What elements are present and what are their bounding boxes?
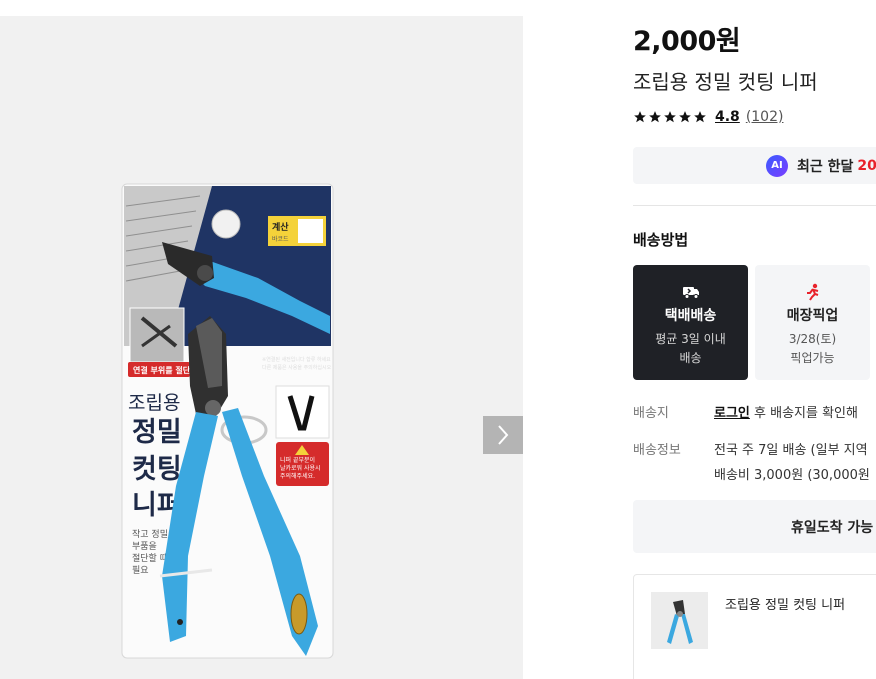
shipping-info-label: 배송정보	[633, 443, 681, 458]
star-icon	[664, 111, 676, 123]
rating-row[interactable]: 4.8 (102)	[633, 108, 783, 126]
destination-text: 후 배송지를 확인해	[754, 406, 858, 421]
destination-value: 로그인 후 배송지를 확인해	[714, 402, 858, 421]
star-icon	[634, 111, 646, 123]
delivery-option-pickup[interactable]: 매장픽업 3/28(토) 픽업가능	[755, 265, 870, 380]
ai-summary-highlight: 20	[857, 157, 876, 174]
option-sub-1: 평균 3일 이내	[655, 332, 726, 346]
option-sub-2: 픽업가능	[790, 351, 835, 365]
package-title-small: 조립용	[128, 392, 180, 414]
shipping-info-line-1: 전국 주 7일 배송 (일부 지역	[714, 443, 868, 458]
star-icon	[679, 111, 691, 123]
star-icon	[649, 111, 661, 123]
shipping-method-title: 배송방법	[633, 231, 689, 249]
package-desc-3: 절단할 때	[132, 552, 168, 564]
selected-product-title: 조립용 정밀 컷팅 니퍼	[725, 598, 846, 613]
package-desc-1: 작고 정밀	[132, 528, 168, 540]
package-note-1: ※연결된 새전입니다 합류 하세요	[262, 356, 331, 363]
warning-line-2: 날카로워 사용시	[280, 464, 321, 472]
option-sub-2: 배송	[679, 351, 702, 365]
barcode-label-bottom: 바코드	[272, 235, 289, 243]
review-count-link[interactable]: (102)	[746, 109, 784, 125]
holiday-arrival-button[interactable]: 휴일도착 가능	[633, 500, 876, 553]
warning-line-1: 니퍼 끝부분이	[280, 456, 315, 464]
product-title: 조립용 정밀 컷팅 니퍼	[633, 70, 818, 94]
selected-product-card[interactable]: 조립용 정밀 컷팅 니퍼	[633, 574, 876, 679]
rating-score[interactable]: 4.8	[715, 109, 740, 125]
login-link[interactable]: 로그인	[714, 406, 750, 421]
delivery-option-parcel[interactable]: 택배배송 평균 3일 이내 배송	[633, 265, 748, 380]
package-desc-4: 필요	[132, 564, 149, 576]
product-price: 2,000원	[633, 26, 741, 57]
section-divider	[633, 205, 876, 206]
ai-summary-bar[interactable]: AI 최근 한달 20	[633, 147, 876, 184]
warning-line-3: 주의해주세요.	[280, 472, 315, 480]
package-note-2: 다른 제품은 사용을 주의하십시오	[262, 364, 332, 371]
shipping-info-line-2: 배송비 3,000원 (30,000원	[714, 468, 870, 483]
ai-badge-icon: AI	[766, 154, 788, 177]
destination-label: 배송지	[633, 406, 669, 421]
delivery-truck-icon	[682, 283, 700, 301]
package-title-line-2: 컷팅	[132, 454, 182, 485]
running-person-icon	[805, 283, 821, 301]
barcode-label-top: 계산	[272, 221, 289, 233]
cut-tag-label: 연결 부위를 절단	[133, 365, 191, 375]
option-name: 택배배송	[664, 308, 717, 324]
star-icon	[694, 111, 706, 123]
product-thumbnail	[651, 592, 708, 649]
product-image: 계산 바코드 연결 부위를 절단 ※연결된 새전입니다 합류 하세요 다른 제품…	[121, 183, 334, 659]
holiday-arrival-label: 휴일도착 가능	[791, 519, 874, 536]
option-name: 매장픽업	[786, 308, 839, 324]
package-desc-2: 부품을	[132, 541, 157, 552]
ai-summary-text: 최근 한달	[797, 158, 854, 175]
star-rating	[633, 110, 707, 124]
option-sub-1: 3/28(토)	[788, 332, 837, 346]
next-image-button[interactable]	[483, 416, 523, 454]
product-image-gallery: 계산 바코드 연결 부위를 절단 ※연결된 새전입니다 합류 하세요 다른 제품…	[0, 16, 523, 679]
chevron-right-icon	[498, 425, 509, 445]
package-title-line-1: 정밀	[132, 417, 182, 448]
